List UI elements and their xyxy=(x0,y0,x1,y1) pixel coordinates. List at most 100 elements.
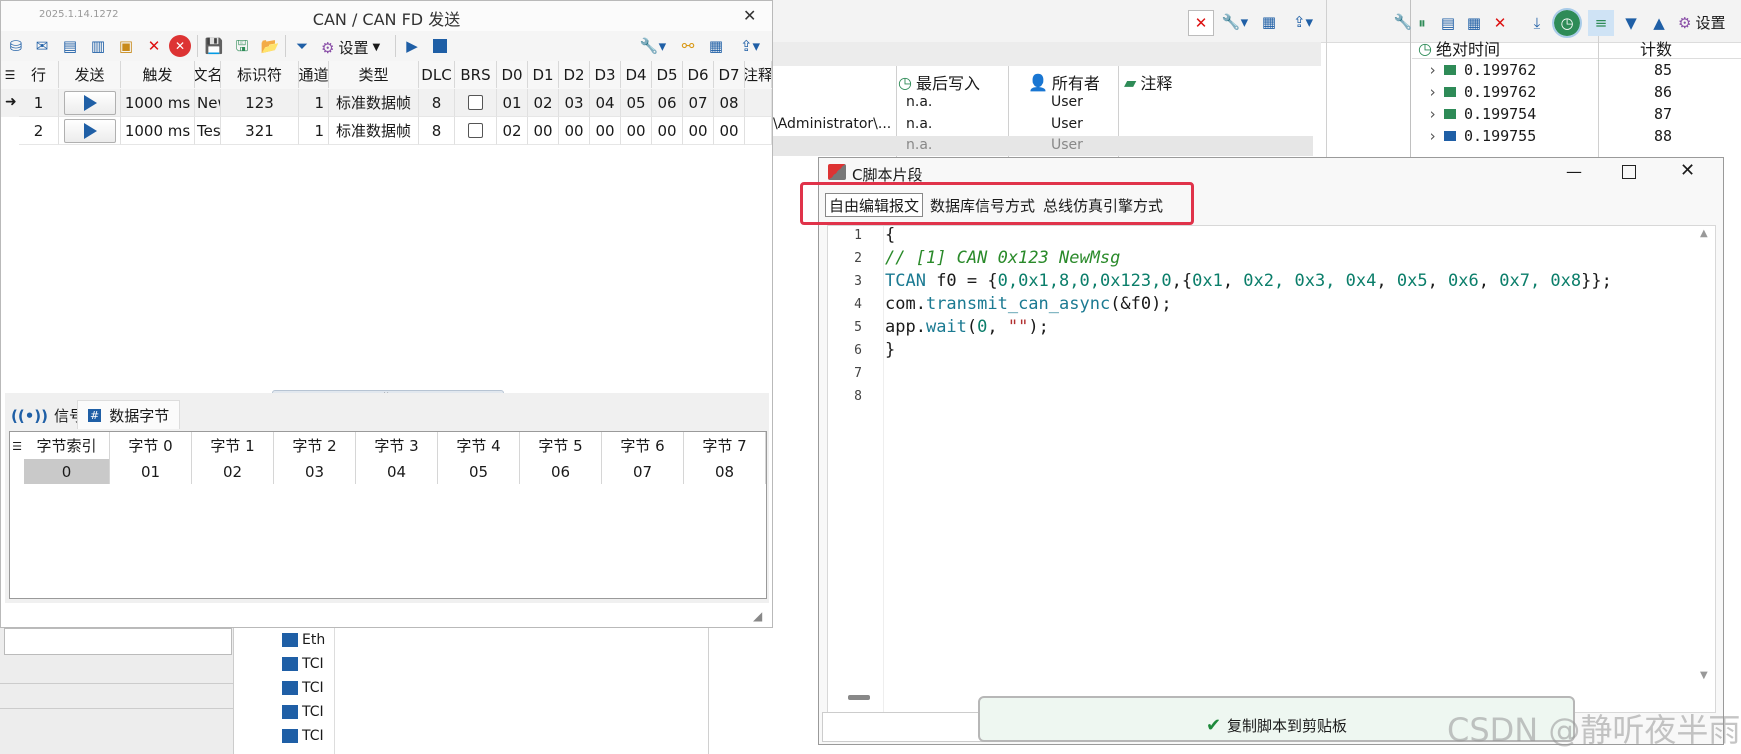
close-icon[interactable]: ✕ xyxy=(1680,160,1695,181)
cell-d2[interactable]: 00 xyxy=(559,117,590,145)
cell-trigger[interactable]: 1000 ms xyxy=(121,117,195,145)
list-item[interactable]: › 0.199762 85 xyxy=(1428,59,1672,81)
column-chooser-icon[interactable]: ☰ xyxy=(11,436,23,456)
code-line-4[interactable]: com.transmit_can_async(&f0); xyxy=(885,293,1172,316)
clock-icon[interactable]: ◷ xyxy=(1552,8,1582,38)
delete-icon[interactable]: ✕ xyxy=(143,35,165,57)
scroll-up-icon[interactable]: ▲ xyxy=(1700,228,1708,239)
code-line-3[interactable]: TCAN f0 = {0,0x1,8,0,0x123,0,{0x1, 0x2, … xyxy=(885,270,1612,293)
link-icon[interactable]: ⚯ xyxy=(677,35,699,57)
send-button[interactable] xyxy=(64,91,116,115)
col-comment[interactable]: 注释 xyxy=(745,61,772,88)
tree-item[interactable]: TCI xyxy=(282,656,324,672)
col-byte-3[interactable]: 字节 3 xyxy=(356,432,438,459)
cell-byte-5[interactable]: 06 xyxy=(520,459,602,484)
send-button[interactable] xyxy=(64,119,116,143)
col-byte-5[interactable]: 字节 5 xyxy=(520,432,602,459)
code-line-6[interactable]: } xyxy=(885,339,895,362)
col-d4[interactable]: D4 xyxy=(621,61,652,88)
stop-icon[interactable] xyxy=(429,35,451,57)
cell-byte-1[interactable]: 02 xyxy=(192,459,274,484)
col-byte-1[interactable]: 字节 1 xyxy=(192,432,274,459)
cell-name[interactable]: New xyxy=(195,89,221,117)
scroll-end-icon[interactable]: ⤓ xyxy=(1526,12,1548,34)
col-dlc[interactable]: DLC xyxy=(419,61,455,88)
mail-add-icon[interactable]: ✉ xyxy=(31,35,53,57)
cell-d1[interactable]: 02 xyxy=(528,89,559,117)
cell-d3[interactable]: 00 xyxy=(590,117,621,145)
cell-d2[interactable]: 03 xyxy=(559,89,590,117)
table-row[interactable]: 2 1000 ms Tes 321 1 标准数据帧 8 02 00 00 00 … xyxy=(1,117,772,145)
cell-id[interactable]: 123 xyxy=(221,89,299,117)
resize-grip-icon[interactable]: ◢ xyxy=(753,609,762,623)
col-brs[interactable]: BRS xyxy=(455,61,497,88)
wrench-icon[interactable]: 🔧▾ xyxy=(637,35,669,57)
arrow-up-icon[interactable]: ▲ xyxy=(1648,12,1670,34)
comment-header[interactable]: ▰ 注释 xyxy=(1124,70,1172,94)
cell-byte-3[interactable]: 04 xyxy=(356,459,438,484)
cell-channel[interactable]: 1 xyxy=(299,89,329,117)
cell-d7[interactable]: 00 xyxy=(714,117,745,145)
tab-signal[interactable]: ((•)) 信号 xyxy=(11,405,84,426)
wrench-icon-2[interactable]: 🔧 xyxy=(1392,10,1414,34)
filter-icon[interactable]: ⏷ xyxy=(291,35,313,57)
cell-d3[interactable]: 04 xyxy=(590,89,621,117)
tree-item[interactable]: TCI xyxy=(282,704,324,720)
code-line-2[interactable]: // [1] CAN 0x123 NewMsg xyxy=(885,247,1120,270)
col-byte-7[interactable]: 字节 7 xyxy=(684,432,766,459)
delete-all-icon[interactable]: ✕ xyxy=(169,35,191,57)
col-trigger[interactable]: 触发 xyxy=(121,61,195,88)
col-d5[interactable]: D5 xyxy=(652,61,683,88)
col-d1[interactable]: D1 xyxy=(528,61,559,88)
cell-byte-2[interactable]: 03 xyxy=(274,459,356,484)
close-icon[interactable]: ✕ xyxy=(1490,12,1510,34)
tree-item[interactable]: TCI xyxy=(282,728,324,744)
sort-icon[interactable]: ≡ xyxy=(1588,10,1614,36)
right-settings-button[interactable]: ⚙ 设置 xyxy=(1678,12,1725,33)
cell-dlc[interactable]: 8 xyxy=(419,117,455,145)
code-line-5[interactable]: app.wait(0, ""); xyxy=(885,316,1049,339)
column-chooser-icon[interactable]: ☰ xyxy=(3,65,17,85)
export-icon[interactable]: ⇪▾ xyxy=(733,35,767,57)
tree-item[interactable]: TCI xyxy=(282,680,324,696)
col-id[interactable]: 标识符 xyxy=(221,61,299,88)
tree-item[interactable]: Eth xyxy=(282,632,325,648)
cell-name[interactable]: Tes xyxy=(195,117,221,145)
cell-trigger[interactable]: 1000 ms xyxy=(121,89,195,117)
cell-d7[interactable]: 08 xyxy=(714,89,745,117)
col-channel[interactable]: 通道 xyxy=(299,61,329,88)
time-header[interactable]: ◷ 绝对时间 xyxy=(1418,36,1500,60)
minimize-icon[interactable]: — xyxy=(1566,162,1582,181)
cell-id[interactable]: 321 xyxy=(221,117,299,145)
col-byte-6[interactable]: 字节 6 xyxy=(602,432,684,459)
window-titlebar[interactable]: 2025.1.14.1272 CAN / CAN FD 发送 ✕ xyxy=(1,1,772,31)
owner-header[interactable]: 👤 所有者 xyxy=(1028,70,1100,94)
col-send[interactable]: 发送 xyxy=(59,61,121,88)
cell-d6[interactable]: 07 xyxy=(683,89,714,117)
clear-icon[interactable]: ▦ xyxy=(1258,10,1280,34)
save-as-icon[interactable]: 🖫 xyxy=(231,35,253,57)
table-row[interactable]: \Administrator\... n.a. User xyxy=(773,114,1313,136)
cell-byte-4[interactable]: 05 xyxy=(438,459,520,484)
maximize-icon[interactable] xyxy=(1622,165,1636,179)
col-byte-4[interactable]: 字节 4 xyxy=(438,432,520,459)
brs-checkbox[interactable] xyxy=(468,123,483,138)
col-d3[interactable]: D3 xyxy=(590,61,621,88)
cell-d4[interactable]: 00 xyxy=(621,117,652,145)
clear-icon[interactable]: ▦ xyxy=(705,35,727,57)
cell-byte-7[interactable]: 08 xyxy=(684,459,766,484)
doc-copy-icon[interactable]: ▥ xyxy=(87,35,109,57)
count-header[interactable]: 计数 xyxy=(1640,36,1672,60)
cell-type[interactable]: 标准数据帧 xyxy=(329,89,419,117)
cell-d6[interactable]: 00 xyxy=(683,117,714,145)
cell-comment[interactable] xyxy=(745,117,772,145)
delete-icon[interactable]: ✕ xyxy=(1188,10,1214,36)
cell-byte-index[interactable]: 0 xyxy=(24,459,110,484)
col-byte-2[interactable]: 字节 2 xyxy=(274,432,356,459)
folder-open-icon[interactable]: 📂 xyxy=(259,35,281,57)
col-type[interactable]: 类型 xyxy=(329,61,419,88)
cell-d4[interactable]: 05 xyxy=(621,89,652,117)
col-d6[interactable]: D6 xyxy=(683,61,714,88)
col-d0[interactable]: D0 xyxy=(497,61,528,88)
pause-icon[interactable]: ⏸ xyxy=(1412,12,1432,34)
